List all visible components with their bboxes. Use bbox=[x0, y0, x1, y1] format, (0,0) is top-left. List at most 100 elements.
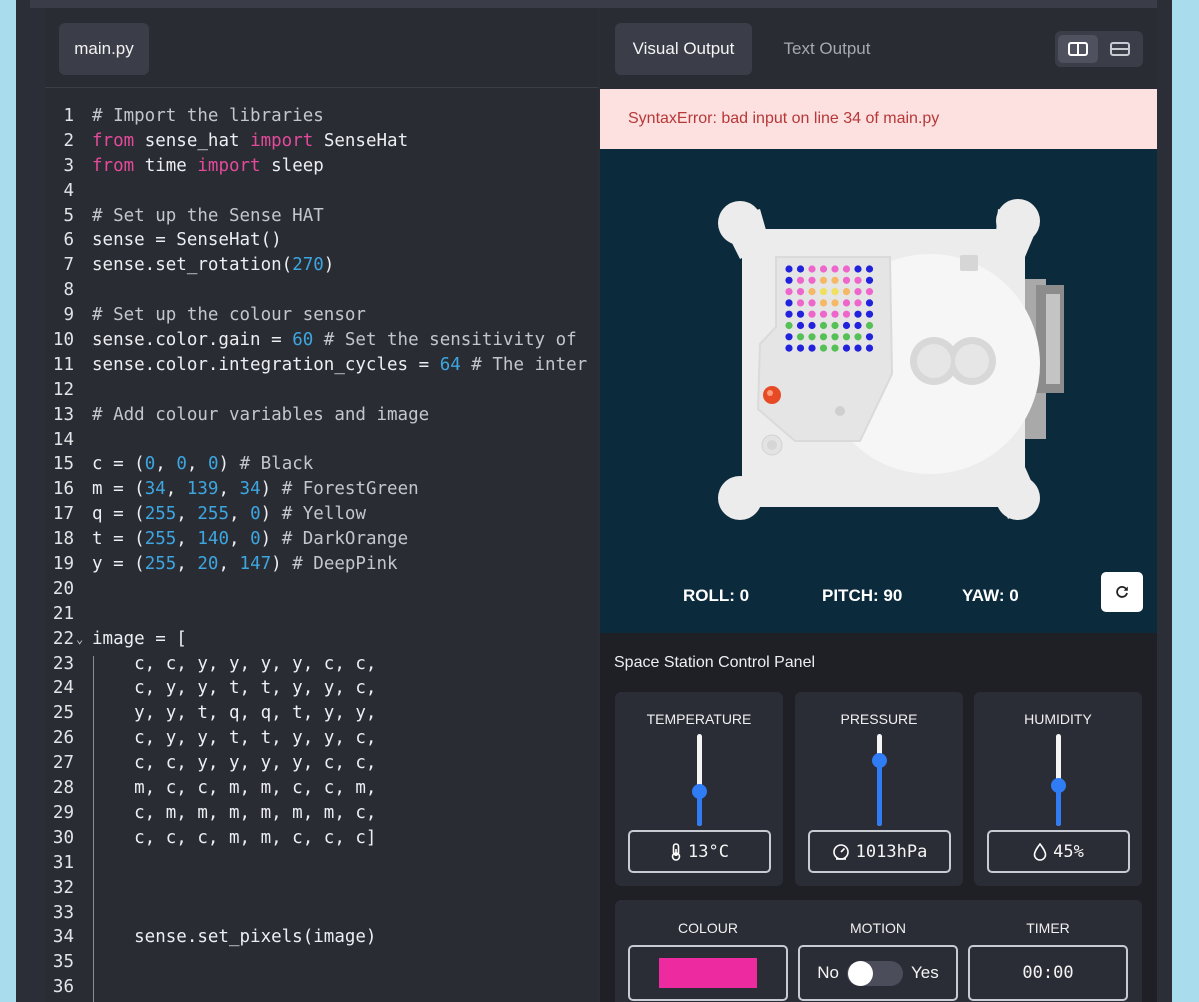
led-pixel bbox=[819, 276, 828, 284]
code-line: 8 bbox=[45, 278, 598, 303]
led-pixel bbox=[831, 344, 839, 352]
led-pixel bbox=[831, 321, 839, 330]
refresh-icon bbox=[1116, 586, 1128, 598]
line-text: sense.color.integration_cycles = 64 # Th… bbox=[92, 354, 588, 375]
line-text: sense.set_pixels(image) bbox=[92, 927, 377, 948]
tab-visual-output[interactable]: Visual Output bbox=[615, 23, 752, 75]
line-number: 24 bbox=[52, 678, 74, 699]
line-number: 18 bbox=[52, 529, 74, 550]
led-pixel bbox=[785, 344, 793, 352]
line-text: sense.color.gain = 60 # Set the sensitiv… bbox=[92, 330, 577, 351]
line-number: 13 bbox=[52, 404, 74, 425]
rows-icon bbox=[1110, 42, 1130, 56]
line-number: 27 bbox=[52, 753, 74, 774]
colour-picker[interactable] bbox=[628, 945, 788, 1001]
line-number: 22 bbox=[52, 628, 74, 649]
led-pixel bbox=[865, 288, 874, 296]
output-tabbar: Visual Output Text Output bbox=[600, 8, 1157, 89]
led-pixel bbox=[796, 333, 805, 341]
led-pixel bbox=[854, 333, 862, 341]
led-pixel bbox=[854, 265, 862, 273]
line-text: # Set up the Sense HAT bbox=[92, 205, 324, 226]
code-line: 34 sense.set_pixels(image) bbox=[45, 925, 598, 950]
reset-orientation-button[interactable] bbox=[1101, 572, 1143, 612]
control-panel-title: Space Station Control Panel bbox=[614, 654, 816, 671]
code-line: 4 bbox=[45, 179, 598, 204]
humidity-label: HUMIDITY bbox=[1024, 711, 1092, 727]
led-pixel bbox=[785, 333, 793, 341]
line-number: 19 bbox=[52, 554, 74, 575]
code-line: 16 m = (34, 139, 34) # ForestGreen bbox=[45, 477, 598, 502]
line-text: c, y, y, t, t, y, y, c, bbox=[92, 728, 377, 749]
led-pixel bbox=[854, 344, 862, 352]
led-pixel bbox=[796, 310, 805, 318]
led-pixel bbox=[842, 321, 851, 330]
humidity-readout: 45% bbox=[987, 830, 1130, 873]
pitch-readout: PITCH: 90 bbox=[822, 586, 903, 605]
led-pixel bbox=[842, 265, 851, 273]
led-pixel bbox=[808, 333, 816, 341]
droplet-icon bbox=[1033, 842, 1047, 861]
motion-toggle[interactable] bbox=[847, 960, 903, 986]
code-line: 13 # Add colour variables and image bbox=[45, 403, 598, 428]
sense-hat-board[interactable] bbox=[600, 149, 1157, 633]
code-line: 28 m, c, c, m, m, c, c, m, bbox=[45, 776, 598, 801]
line-text: q = (255, 255, 0) # Yellow bbox=[92, 504, 366, 525]
file-tab-main-py[interactable]: main.py bbox=[59, 23, 149, 75]
line-text: m = (34, 139, 34) # ForestGreen bbox=[92, 479, 419, 500]
temperature-label: TEMPERATURE bbox=[646, 711, 752, 727]
code-editor-panel: main.py 1 # Import the libraries 2 from sen… bbox=[45, 8, 598, 1002]
led-pixel bbox=[865, 310, 874, 318]
error-message: SyntaxError: bad input on line 34 of mai… bbox=[600, 89, 1157, 149]
code-line: 22 ⌄ image = [ bbox=[45, 627, 598, 652]
line-number: 3 bbox=[63, 155, 74, 176]
led-pixel bbox=[808, 310, 816, 318]
code-line: 26 c, y, y, t, t, y, y, c, bbox=[45, 726, 598, 751]
line-number: 35 bbox=[52, 952, 74, 973]
code-area[interactable]: 1 # Import the libraries 2 from sense_hat i… bbox=[45, 104, 598, 1000]
line-text: c, c, y, y, y, y, c, c, bbox=[92, 653, 377, 674]
timer-display[interactable]: 00:00 bbox=[968, 945, 1128, 1001]
line-number: 11 bbox=[52, 354, 74, 375]
led-pixel bbox=[854, 276, 862, 284]
code-line: 1 # Import the libraries bbox=[45, 104, 598, 129]
roll-readout: ROLL: 0 bbox=[683, 586, 750, 605]
code-line: 9 # Set up the colour sensor bbox=[45, 303, 598, 328]
led-pixel bbox=[854, 288, 862, 296]
led-pixel bbox=[808, 265, 816, 273]
led-pixel bbox=[865, 344, 874, 352]
led-pixel bbox=[854, 321, 862, 330]
code-line: 5 # Set up the Sense HAT bbox=[45, 204, 598, 229]
side-by-side-layout-button[interactable] bbox=[1058, 35, 1098, 63]
code-line: 21 bbox=[45, 602, 598, 627]
stacked-layout-button[interactable] bbox=[1100, 35, 1140, 63]
led-pixel bbox=[842, 344, 851, 352]
code-line: 25 y, y, t, q, q, t, y, y, bbox=[45, 701, 598, 726]
line-number: 10 bbox=[52, 330, 74, 351]
pressure-slider[interactable] bbox=[872, 734, 887, 826]
led-pixel bbox=[831, 333, 839, 341]
line-text: c, c, y, y, y, y, c, c, bbox=[92, 753, 377, 774]
line-text: from sense_hat import SenseHat bbox=[92, 130, 409, 151]
led-pixel bbox=[842, 288, 851, 296]
led-pixel bbox=[796, 276, 805, 284]
line-number: 34 bbox=[52, 927, 74, 948]
led-pixel bbox=[819, 265, 828, 273]
tab-text-output[interactable]: Text Output bbox=[767, 23, 887, 75]
led-pixel bbox=[819, 333, 828, 341]
code-line: 19 y = (255, 20, 147) # DeepPink bbox=[45, 552, 598, 577]
led-pixel bbox=[785, 276, 793, 284]
code-line: 32 bbox=[45, 876, 598, 901]
line-text: from time import sleep bbox=[92, 155, 324, 176]
line-number: 17 bbox=[52, 504, 74, 525]
line-number: 12 bbox=[52, 379, 74, 400]
fold-chevron-icon[interactable]: ⌄ bbox=[76, 627, 83, 652]
humidity-slider[interactable] bbox=[1051, 734, 1066, 826]
led-pixel bbox=[831, 310, 839, 318]
code-line: 3 from time import sleep bbox=[45, 154, 598, 179]
line-number: 9 bbox=[63, 305, 74, 326]
led-pixel bbox=[808, 276, 816, 284]
line-text: y, y, t, q, q, t, y, y, bbox=[92, 703, 377, 724]
temperature-slider[interactable] bbox=[692, 734, 707, 826]
colour-label: COLOUR bbox=[678, 920, 738, 936]
